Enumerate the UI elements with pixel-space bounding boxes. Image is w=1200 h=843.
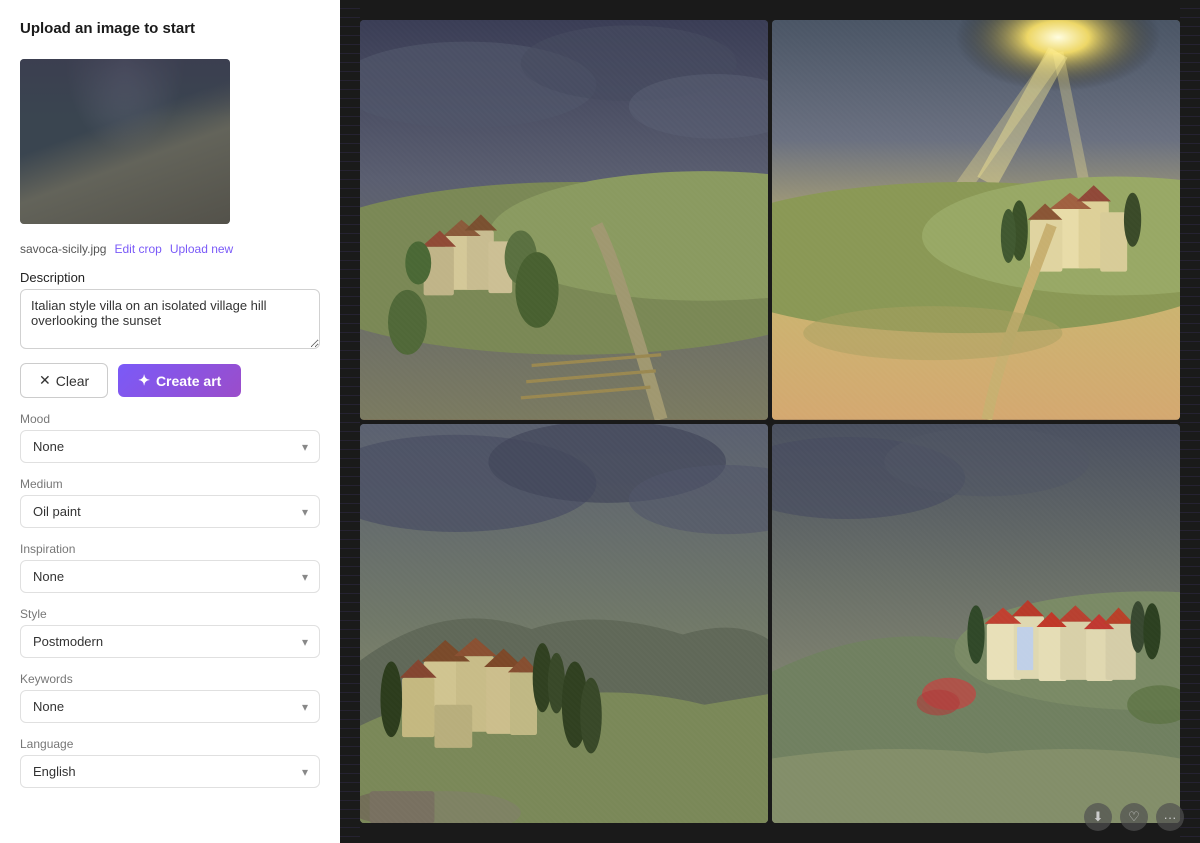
language-select[interactable]: English French Spanish German Italian Ja…	[20, 755, 320, 788]
art-cell-1[interactable]	[360, 20, 768, 420]
art-svg-2	[772, 20, 1180, 420]
inspiration-select-wrapper: None Impressionism Surrealism Realism Ab…	[20, 560, 320, 593]
more-icon: ···	[1164, 810, 1177, 825]
language-group: Language English French Spanish German I…	[20, 737, 320, 788]
download-button[interactable]: ⬇	[1084, 803, 1112, 831]
medium-select-wrapper: Oil paint Watercolor Acrylic Pencil sket…	[20, 495, 320, 528]
style-group: Style Postmodern Classic Modern Contempo…	[20, 607, 320, 658]
language-select-wrapper: English French Spanish German Italian Ja…	[20, 755, 320, 788]
mood-select[interactable]: None Happy Sad Dramatic Peaceful Dark En…	[20, 430, 320, 463]
description-label: Description	[20, 270, 320, 285]
right-decorative-pattern	[1180, 0, 1200, 843]
art-cell-4[interactable]	[772, 424, 1180, 824]
create-art-button[interactable]: ✦ Create art	[118, 364, 241, 397]
art-svg-4	[772, 424, 1180, 824]
keywords-select[interactable]: None Village Landscape Architecture Natu…	[20, 690, 320, 723]
style-label: Style	[20, 607, 320, 621]
art-svg-1	[360, 20, 768, 420]
art-cell-2[interactable]	[772, 20, 1180, 420]
art-svg-3	[360, 424, 768, 824]
clear-x-icon: ✕	[39, 372, 51, 389]
inspiration-select[interactable]: None Impressionism Surrealism Realism Ab…	[20, 560, 320, 593]
mood-select-wrapper: None Happy Sad Dramatic Peaceful Dark En…	[20, 430, 320, 463]
style-select[interactable]: Postmodern Classic Modern Contemporary B…	[20, 625, 320, 658]
more-button[interactable]: ···	[1156, 803, 1184, 831]
art-cell-3[interactable]	[360, 424, 768, 824]
create-label: Create art	[156, 373, 221, 389]
button-row: ✕ Clear ✦ Create art	[20, 363, 320, 398]
right-panel: ⬇ ♡ ···	[340, 0, 1200, 843]
keywords-select-wrapper: None Village Landscape Architecture Natu…	[20, 690, 320, 723]
left-panel: Upload an image to start savoca-sicily.j…	[0, 0, 340, 843]
sparkle-icon: ✦	[138, 372, 150, 389]
heart-icon: ♡	[1128, 809, 1140, 825]
description-group: Description	[20, 270, 320, 349]
medium-select[interactable]: Oil paint Watercolor Acrylic Pencil sket…	[20, 495, 320, 528]
language-label: Language	[20, 737, 320, 751]
inspiration-label: Inspiration	[20, 542, 320, 556]
edit-crop-link[interactable]: Edit crop	[114, 242, 161, 256]
description-textarea[interactable]	[20, 289, 320, 349]
medium-group: Medium Oil paint Watercolor Acrylic Penc…	[20, 477, 320, 528]
left-decorative-pattern	[340, 0, 360, 843]
medium-label: Medium	[20, 477, 320, 491]
upload-title: Upload an image to start	[20, 20, 320, 37]
mood-label: Mood	[20, 412, 320, 426]
bottom-icons: ⬇ ♡ ···	[1084, 803, 1184, 831]
download-icon: ⬇	[1093, 809, 1104, 825]
share-button[interactable]: ♡	[1120, 803, 1148, 831]
mood-group: Mood None Happy Sad Dramatic Peaceful Da…	[20, 412, 320, 463]
clear-label: Clear	[56, 373, 89, 389]
inspiration-group: Inspiration None Impressionism Surrealis…	[20, 542, 320, 593]
clear-button[interactable]: ✕ Clear	[20, 363, 108, 398]
art-grid	[360, 20, 1180, 823]
keywords-group: Keywords None Village Landscape Architec…	[20, 672, 320, 723]
image-meta: savoca-sicily.jpg Edit crop Upload new	[20, 242, 320, 256]
image-preview-container	[20, 59, 230, 224]
image-filename: savoca-sicily.jpg	[20, 242, 106, 256]
style-select-wrapper: Postmodern Classic Modern Contemporary B…	[20, 625, 320, 658]
upload-new-link[interactable]: Upload new	[170, 242, 233, 256]
keywords-label: Keywords	[20, 672, 320, 686]
